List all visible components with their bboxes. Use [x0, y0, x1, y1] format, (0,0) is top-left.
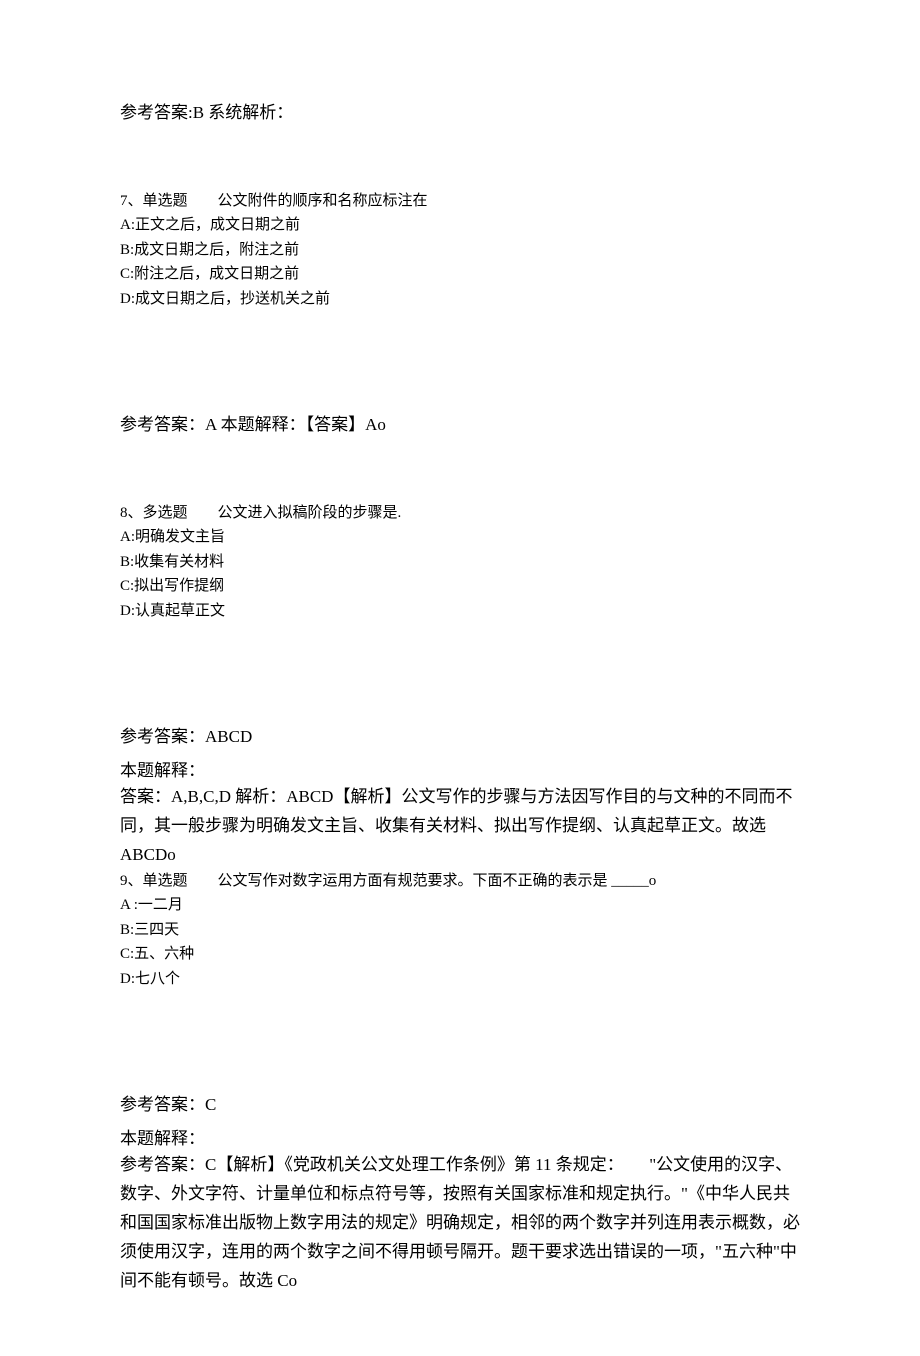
q8-header: 8、多选题 公文进入拟稿阶段的步骤是.	[120, 502, 800, 525]
q7-header: 7、单选题 公文附件的顺序和名称应标注在	[120, 190, 800, 213]
q8-answer: 参考答案：ABCD	[120, 724, 800, 750]
q8-option-d: D:认真起草正文	[120, 600, 800, 623]
q9-header: 9、单选题 公文写作对数字运用方面有规范要求。下面不正确的表示是 _____o	[120, 870, 800, 893]
q8-explain-head: 本题解释：	[120, 758, 800, 784]
q9-option-a: A :一二月	[120, 894, 800, 917]
q9-option-d: D:七八个	[120, 968, 800, 991]
q8-option-b: B:收集有关材料	[120, 551, 800, 574]
spacer	[120, 312, 800, 412]
spacer	[120, 446, 800, 502]
q7-option-d: D:成文日期之后，抄送机关之前	[120, 288, 800, 311]
q7-option-c: C:附注之后，成文日期之前	[120, 263, 800, 286]
spacer	[120, 992, 800, 1092]
q8-explain-body: 答案：A,B,C,D 解析：ABCD【解析】公文写作的步骤与方法因写作目的与文种…	[120, 783, 800, 870]
q8-option-a: A:明确发文主旨	[120, 526, 800, 549]
spacer	[120, 134, 800, 190]
q9-option-b: B:三四天	[120, 919, 800, 942]
q9-explain-body: 参考答案：C【解析】《党政机关公文处理工作条例》第 11 条规定： "公文使用的…	[120, 1151, 800, 1295]
q7-option-b: B:成文日期之后，附注之前	[120, 239, 800, 262]
document-page: 参考答案:B 系统解析： 7、单选题 公文附件的顺序和名称应标注在 A:正文之后…	[0, 0, 920, 1356]
q9-option-c: C:五、六种	[120, 943, 800, 966]
q7-answer: 参考答案：A 本题解释：【答案】Ao	[120, 412, 800, 438]
q6-answer: 参考答案:B 系统解析：	[120, 100, 800, 126]
q8-option-c: C:拟出写作提纲	[120, 575, 800, 598]
q9-explain-head: 本题解释：	[120, 1126, 800, 1152]
q7-option-a: A:正文之后，成文日期之前	[120, 214, 800, 237]
q9-answer: 参考答案：C	[120, 1092, 800, 1118]
spacer	[120, 624, 800, 724]
